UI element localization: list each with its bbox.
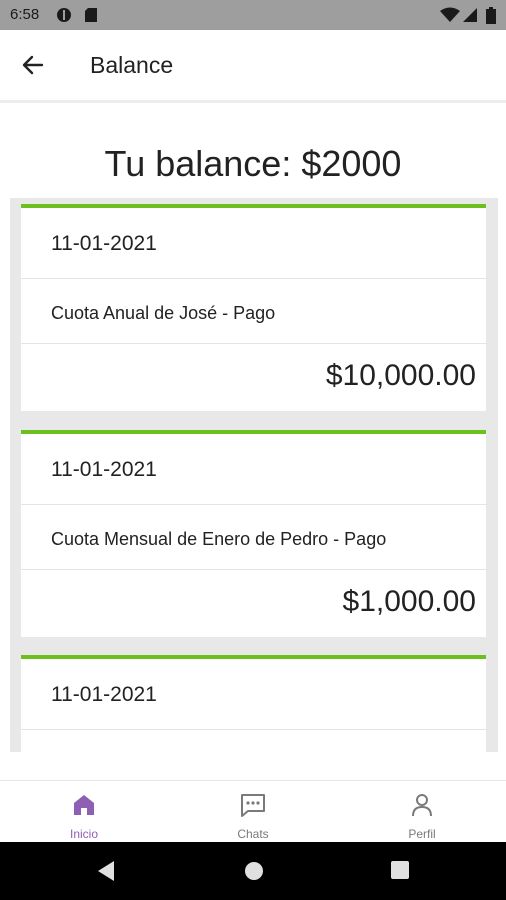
transaction-amount: $1,000.00: [342, 585, 476, 618]
transaction-card[interactable]: 11-01-2021 Cuota Mensual de Enero de Ped…: [21, 430, 486, 637]
person-icon: [408, 791, 436, 819]
nav-item-chats[interactable]: Chats: [169, 781, 337, 843]
nav-label: Inicio: [69, 827, 98, 841]
transactions-list[interactable]: 11-01-2021 Cuota Anual de José - Pago $1…: [10, 198, 498, 752]
recents-square-icon[interactable]: [390, 860, 410, 885]
transaction-amount: $10,000.00: [325, 359, 476, 392]
nav-item-inicio[interactable]: Inicio: [0, 781, 168, 843]
bottom-nav: Inicio Chats Perfil: [0, 780, 506, 843]
nav-item-perfil[interactable]: Perfil: [338, 781, 506, 843]
home-icon: [70, 791, 98, 819]
back-triangle-icon[interactable]: [96, 860, 116, 887]
system-nav-bar: [0, 842, 506, 900]
transaction-date: 11-01-2021: [51, 683, 157, 706]
transaction-card[interactable]: 11-01-2021 Cuota Anual de José - Pago $1…: [21, 204, 486, 411]
chat-icon: [239, 791, 267, 819]
status-bar: 6:58: [0, 0, 506, 30]
transaction-date: 11-01-2021: [51, 232, 157, 255]
nav-label: Chats: [237, 827, 269, 841]
status-time: 6:58: [10, 6, 40, 23]
data-saver-icon: [56, 7, 72, 27]
home-circle-icon[interactable]: [243, 860, 265, 887]
battery-icon: [486, 7, 496, 28]
page-title: Balance: [90, 52, 174, 78]
transaction-date: 11-01-2021: [51, 458, 157, 481]
nav-label: Perfil: [408, 827, 436, 841]
transaction-description: Cuota Anual de José - Pago: [51, 303, 276, 323]
transaction-description: Cuota Mensual de Enero de Pedro - Pago: [51, 529, 387, 549]
arrow-left-icon[interactable]: [20, 52, 46, 78]
balance-heading: Tu balance: $2000: [104, 143, 402, 184]
signal-icon: [462, 7, 478, 27]
app-bar: Balance: [0, 30, 506, 103]
transaction-card[interactable]: 11-01-2021: [21, 655, 486, 752]
wifi-icon: [440, 7, 460, 27]
sd-card-icon: [84, 7, 98, 27]
